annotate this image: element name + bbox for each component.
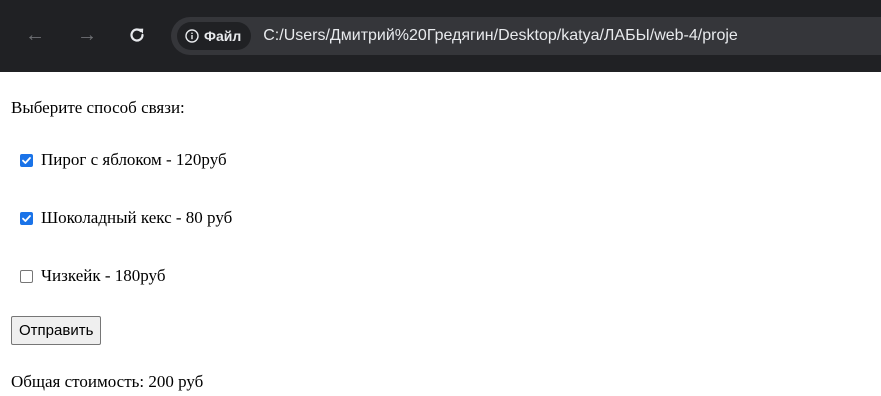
back-arrow-icon[interactable]: ←: [22, 22, 48, 48]
checkbox-chocolate-cupcake[interactable]: [20, 211, 33, 225]
checkmark-icon: [22, 156, 31, 164]
address-bar[interactable]: Файл C:/Users/Дмитрий%20Гредягин/Desktop…: [171, 17, 881, 55]
site-info-chip-label: Файл: [204, 28, 242, 44]
option-chocolate-cupcake[interactable]: Шоколадный кекс - 80 руб: [20, 208, 232, 228]
forward-arrow-icon[interactable]: →: [74, 22, 100, 48]
total-cost: Общая стоимость: 200 руб: [11, 372, 204, 391]
form-prompt: Выберите способ связи:: [11, 98, 185, 117]
site-info-chip[interactable]: Файл: [177, 22, 252, 50]
option-label: Шоколадный кекс - 80 руб: [41, 208, 233, 227]
reload-glyph: [130, 28, 144, 42]
reload-icon[interactable]: [124, 22, 150, 48]
option-apple-pie[interactable]: Пирог с яблоком - 120руб: [20, 150, 227, 170]
checkmark-icon: [22, 214, 31, 222]
checkbox-apple-pie[interactable]: [20, 153, 33, 167]
option-cheesecake[interactable]: Чизкейк - 180руб: [20, 266, 165, 286]
checkbox-cheesecake[interactable]: [20, 269, 33, 283]
info-icon: [185, 29, 199, 43]
url-text[interactable]: C:/Users/Дмитрий%20Гредягин/Desktop/katy…: [263, 27, 738, 45]
option-label: Чизкейк - 180руб: [41, 266, 166, 285]
browser-toolbar: ← → Файл C:/Users/Дмитрий%20Гредягин/Des…: [0, 0, 881, 72]
option-label: Пирог с яблоком - 120руб: [41, 150, 227, 169]
submit-button[interactable]: Отправить: [11, 316, 102, 345]
